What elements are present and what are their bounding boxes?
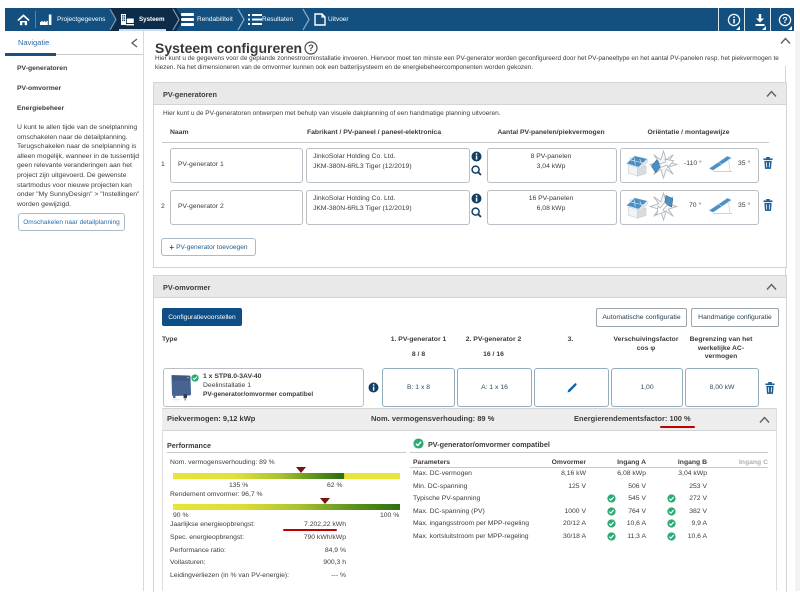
svg-text:?: ? bbox=[782, 15, 787, 25]
svg-text:?: ? bbox=[308, 43, 314, 53]
